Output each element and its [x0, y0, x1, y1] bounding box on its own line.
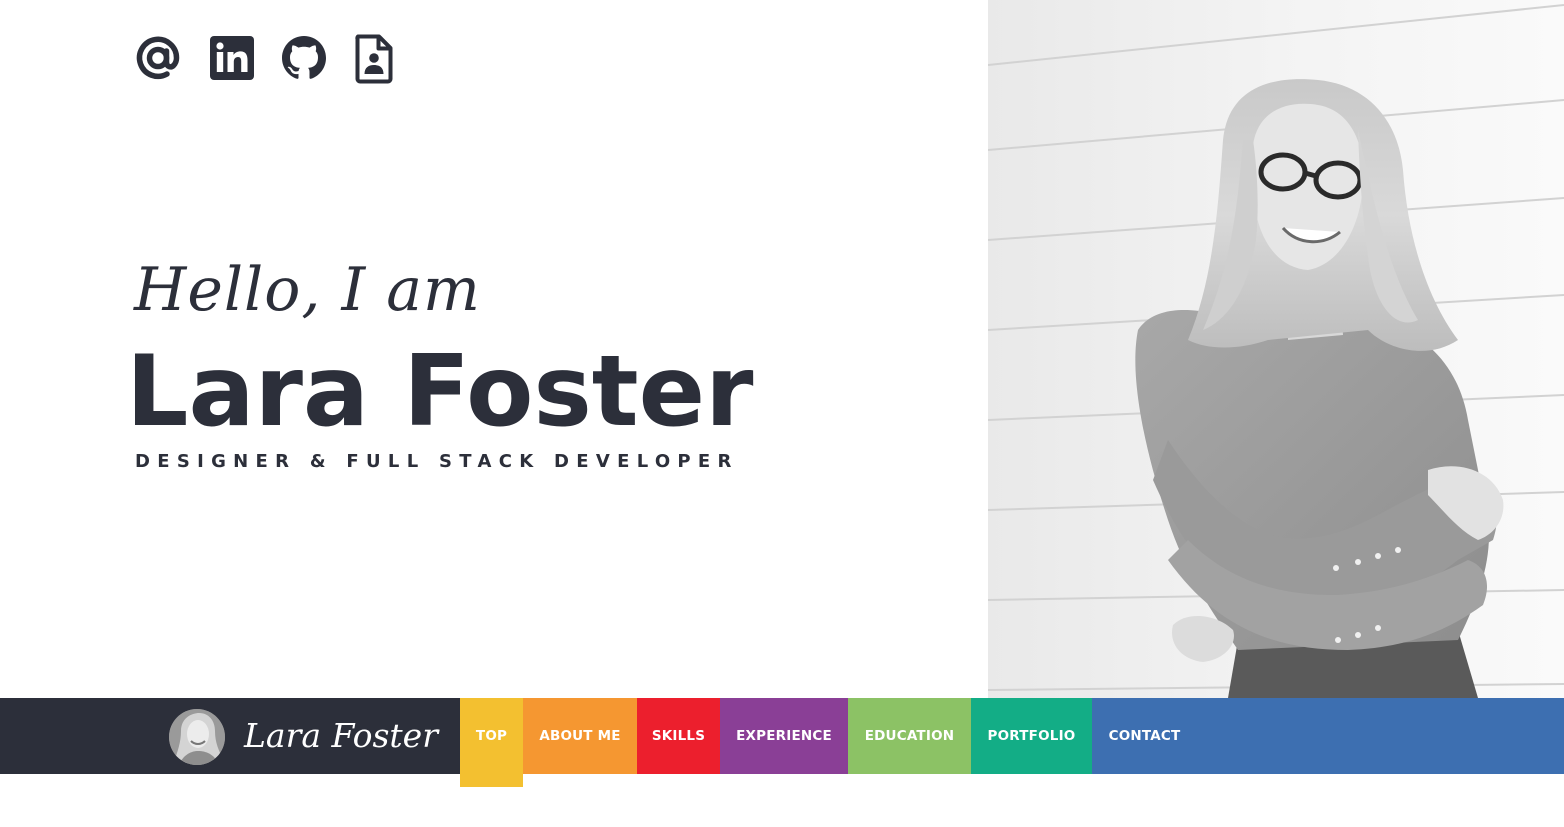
avatar	[169, 709, 225, 765]
portrait-photo	[988, 0, 1564, 698]
resume-link[interactable]	[354, 34, 394, 84]
main-navbar: Lara Foster TOP ABOUT ME SKILLS EXPERIEN…	[0, 698, 1564, 787]
nav-item-contact[interactable]: CONTACT	[1092, 698, 1197, 774]
hero-name: Lara Foster	[126, 335, 754, 449]
nav-item-education[interactable]: EDUCATION	[848, 698, 971, 774]
github-link[interactable]	[280, 34, 328, 82]
nav-item-skills[interactable]: SKILLS	[637, 698, 720, 774]
linkedin-link[interactable]	[210, 34, 254, 80]
brand-block[interactable]: Lara Foster	[0, 698, 460, 774]
nav-item-about-me[interactable]: ABOUT ME	[523, 698, 637, 774]
resume-icon	[355, 34, 393, 84]
github-icon	[282, 36, 326, 79]
at-sign-icon	[136, 36, 180, 80]
hero-greeting: Hello, I am	[134, 255, 481, 325]
hero-role: DESIGNER & FULL STACK DEVELOPER	[135, 451, 739, 472]
nav-item-top[interactable]: TOP	[460, 698, 523, 787]
brand-name: Lara Foster	[244, 716, 438, 755]
nav-item-portfolio[interactable]: PORTFOLIO	[971, 698, 1092, 774]
nav-item-experience[interactable]: EXPERIENCE	[720, 698, 848, 774]
linkedin-icon	[210, 36, 254, 80]
email-link[interactable]	[134, 34, 182, 82]
